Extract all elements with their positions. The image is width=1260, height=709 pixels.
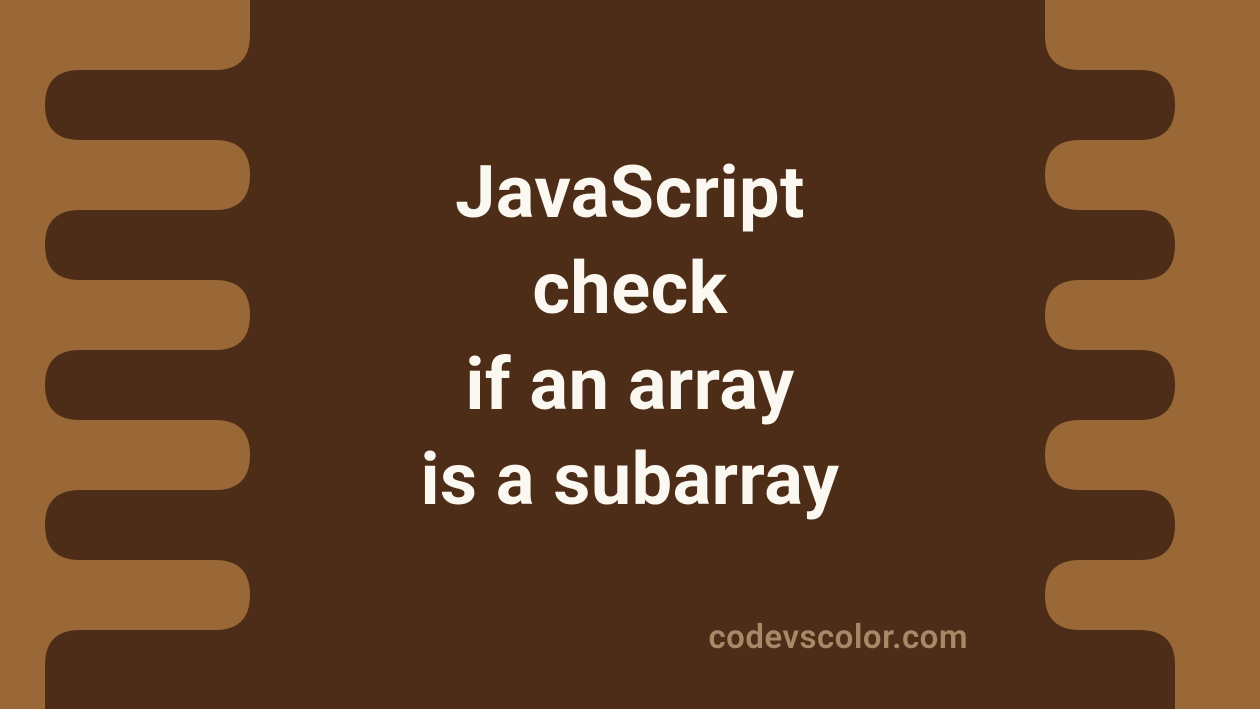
title-line-1: JavaScript <box>0 145 1260 241</box>
title-text: JavaScript check if an array is a subarr… <box>0 145 1260 528</box>
title-line-4: is a subarray <box>0 432 1260 528</box>
credit-text: codevscolor.com <box>708 618 968 657</box>
title-line-3: if an array <box>0 337 1260 433</box>
title-line-2: check <box>0 241 1260 337</box>
